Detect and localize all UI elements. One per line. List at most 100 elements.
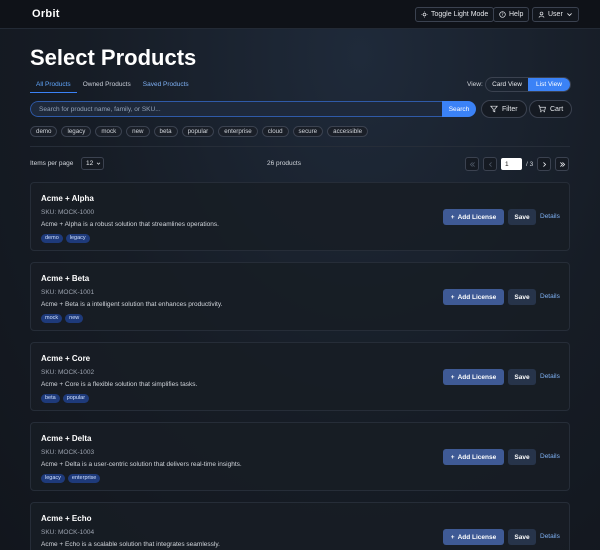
- chip-new[interactable]: new: [126, 126, 150, 137]
- tab-owned-products[interactable]: Owned Products: [77, 78, 137, 93]
- product-sku: SKU: MOCK-1001: [41, 289, 95, 296]
- save-button[interactable]: Save: [508, 449, 536, 465]
- product-tag: beta: [41, 394, 60, 403]
- filter-button[interactable]: Filter: [481, 100, 527, 118]
- items-per-page-label: Items per page: [30, 160, 74, 167]
- add-license-button[interactable]: + Add License: [443, 369, 504, 385]
- page-title: Select Products: [30, 45, 197, 70]
- product-description: Acme + Delta is a user-centric solution …: [41, 461, 242, 468]
- help-label: Help: [509, 11, 524, 18]
- plus-icon: +: [450, 533, 455, 541]
- tag-filter-chips: demo legacy mock new beta popular enterp…: [30, 126, 369, 137]
- filter-icon: [490, 105, 498, 113]
- chip-demo[interactable]: demo: [30, 126, 58, 137]
- brand-logo[interactable]: Orbit: [32, 8, 60, 20]
- add-license-button[interactable]: + Add License: [443, 289, 504, 305]
- items-per-page-select[interactable]: 12: [81, 157, 104, 170]
- first-page-button[interactable]: [465, 157, 479, 171]
- save-button[interactable]: Save: [508, 209, 536, 225]
- svg-text:?: ?: [501, 12, 503, 17]
- user-icon: [538, 11, 545, 18]
- details-link[interactable]: Details: [540, 293, 560, 300]
- page-number-input[interactable]: 1: [501, 158, 522, 170]
- plus-icon: +: [450, 293, 455, 301]
- prev-page-button[interactable]: [483, 157, 497, 171]
- tab-all-products[interactable]: All Products: [30, 78, 77, 93]
- add-license-label: Add License: [457, 213, 497, 221]
- divider: [30, 146, 570, 147]
- help-icon: ?: [499, 11, 506, 18]
- list-view-button[interactable]: List View: [528, 78, 570, 91]
- product-tag: legacy: [65, 234, 90, 243]
- product-tags: beta popular: [41, 394, 90, 403]
- product-card: Acme + Beta SKU: MOCK-1001 Acme + Beta i…: [30, 262, 570, 331]
- search-input[interactable]: [30, 101, 442, 117]
- help-button[interactable]: ? Help: [493, 7, 530, 22]
- product-name[interactable]: Acme + Alpha: [41, 194, 94, 203]
- product-name[interactable]: Acme + Delta: [41, 434, 91, 443]
- product-count: 26 products: [267, 160, 301, 167]
- product-sku: SKU: MOCK-1003: [41, 449, 95, 456]
- product-card: Acme + Echo SKU: MOCK-1004 Acme + Echo i…: [30, 502, 570, 550]
- product-name[interactable]: Acme + Beta: [41, 274, 89, 283]
- chip-enterprise[interactable]: enterprise: [218, 126, 258, 137]
- product-sku: SKU: MOCK-1000: [41, 209, 95, 216]
- add-license-label: Add License: [457, 373, 497, 381]
- search-button[interactable]: Search: [442, 101, 476, 117]
- details-link[interactable]: Details: [540, 213, 560, 220]
- double-chevron-left-icon: [469, 161, 475, 167]
- chip-legacy[interactable]: legacy: [61, 126, 92, 137]
- chevron-right-icon: [542, 161, 546, 167]
- chip-accessible[interactable]: accessible: [327, 126, 369, 137]
- items-per-page-value: 12: [86, 160, 94, 167]
- pagination-controls: 1 / 3: [465, 157, 570, 171]
- chip-beta[interactable]: beta: [153, 126, 178, 137]
- view-toggle: Card View List View: [485, 77, 571, 92]
- user-menu-button[interactable]: User: [532, 7, 579, 22]
- product-sku: SKU: MOCK-1002: [41, 369, 95, 376]
- chip-cloud[interactable]: cloud: [261, 126, 289, 137]
- double-chevron-right-icon: [559, 161, 565, 167]
- details-link[interactable]: Details: [540, 453, 560, 460]
- add-license-button[interactable]: + Add License: [443, 529, 504, 545]
- add-license-label: Add License: [457, 533, 497, 541]
- plus-icon: +: [450, 453, 455, 461]
- page-total: / 3: [526, 160, 534, 168]
- cart-icon: [538, 105, 546, 113]
- card-view-button[interactable]: Card View: [486, 78, 528, 91]
- product-tags: legacy enterprise: [41, 474, 101, 483]
- product-tag: demo: [41, 234, 63, 243]
- product-name[interactable]: Acme + Echo: [41, 514, 91, 523]
- product-card: Acme + Delta SKU: MOCK-1003 Acme + Delta…: [30, 422, 570, 491]
- add-license-label: Add License: [457, 293, 497, 301]
- product-tags: mock new: [41, 314, 84, 323]
- details-link[interactable]: Details: [540, 533, 560, 540]
- chevron-left-icon: [488, 161, 492, 167]
- user-label: User: [548, 11, 563, 18]
- next-page-button[interactable]: [537, 157, 552, 171]
- details-link[interactable]: Details: [540, 373, 560, 380]
- cart-label: Cart: [550, 105, 564, 113]
- tab-saved-products[interactable]: Saved Products: [137, 78, 195, 93]
- cart-button[interactable]: Cart: [529, 100, 573, 118]
- product-description: Acme + Beta is a intelligent solution th…: [41, 301, 223, 308]
- product-card: Acme + Alpha SKU: MOCK-1000 Acme + Alpha…: [30, 182, 570, 251]
- last-page-button[interactable]: [555, 157, 570, 171]
- toggle-theme-button[interactable]: Toggle Light Mode: [415, 7, 495, 22]
- sun-icon: [421, 11, 428, 18]
- filter-label: Filter: [502, 105, 518, 113]
- add-license-button[interactable]: + Add License: [443, 449, 504, 465]
- save-button[interactable]: Save: [508, 289, 536, 305]
- add-license-label: Add License: [457, 453, 497, 461]
- chip-secure[interactable]: secure: [292, 126, 324, 137]
- chip-mock[interactable]: mock: [95, 126, 123, 137]
- add-license-button[interactable]: + Add License: [443, 209, 504, 225]
- product-tag: mock: [41, 314, 63, 323]
- product-tabs: All Products Owned Products Saved Produc…: [30, 78, 195, 93]
- chevron-down-icon: [566, 13, 572, 17]
- save-button[interactable]: Save: [508, 369, 536, 385]
- product-name[interactable]: Acme + Core: [41, 354, 90, 363]
- product-tags: demo legacy: [41, 234, 90, 243]
- chip-popular[interactable]: popular: [181, 126, 215, 137]
- save-button[interactable]: Save: [508, 529, 536, 545]
